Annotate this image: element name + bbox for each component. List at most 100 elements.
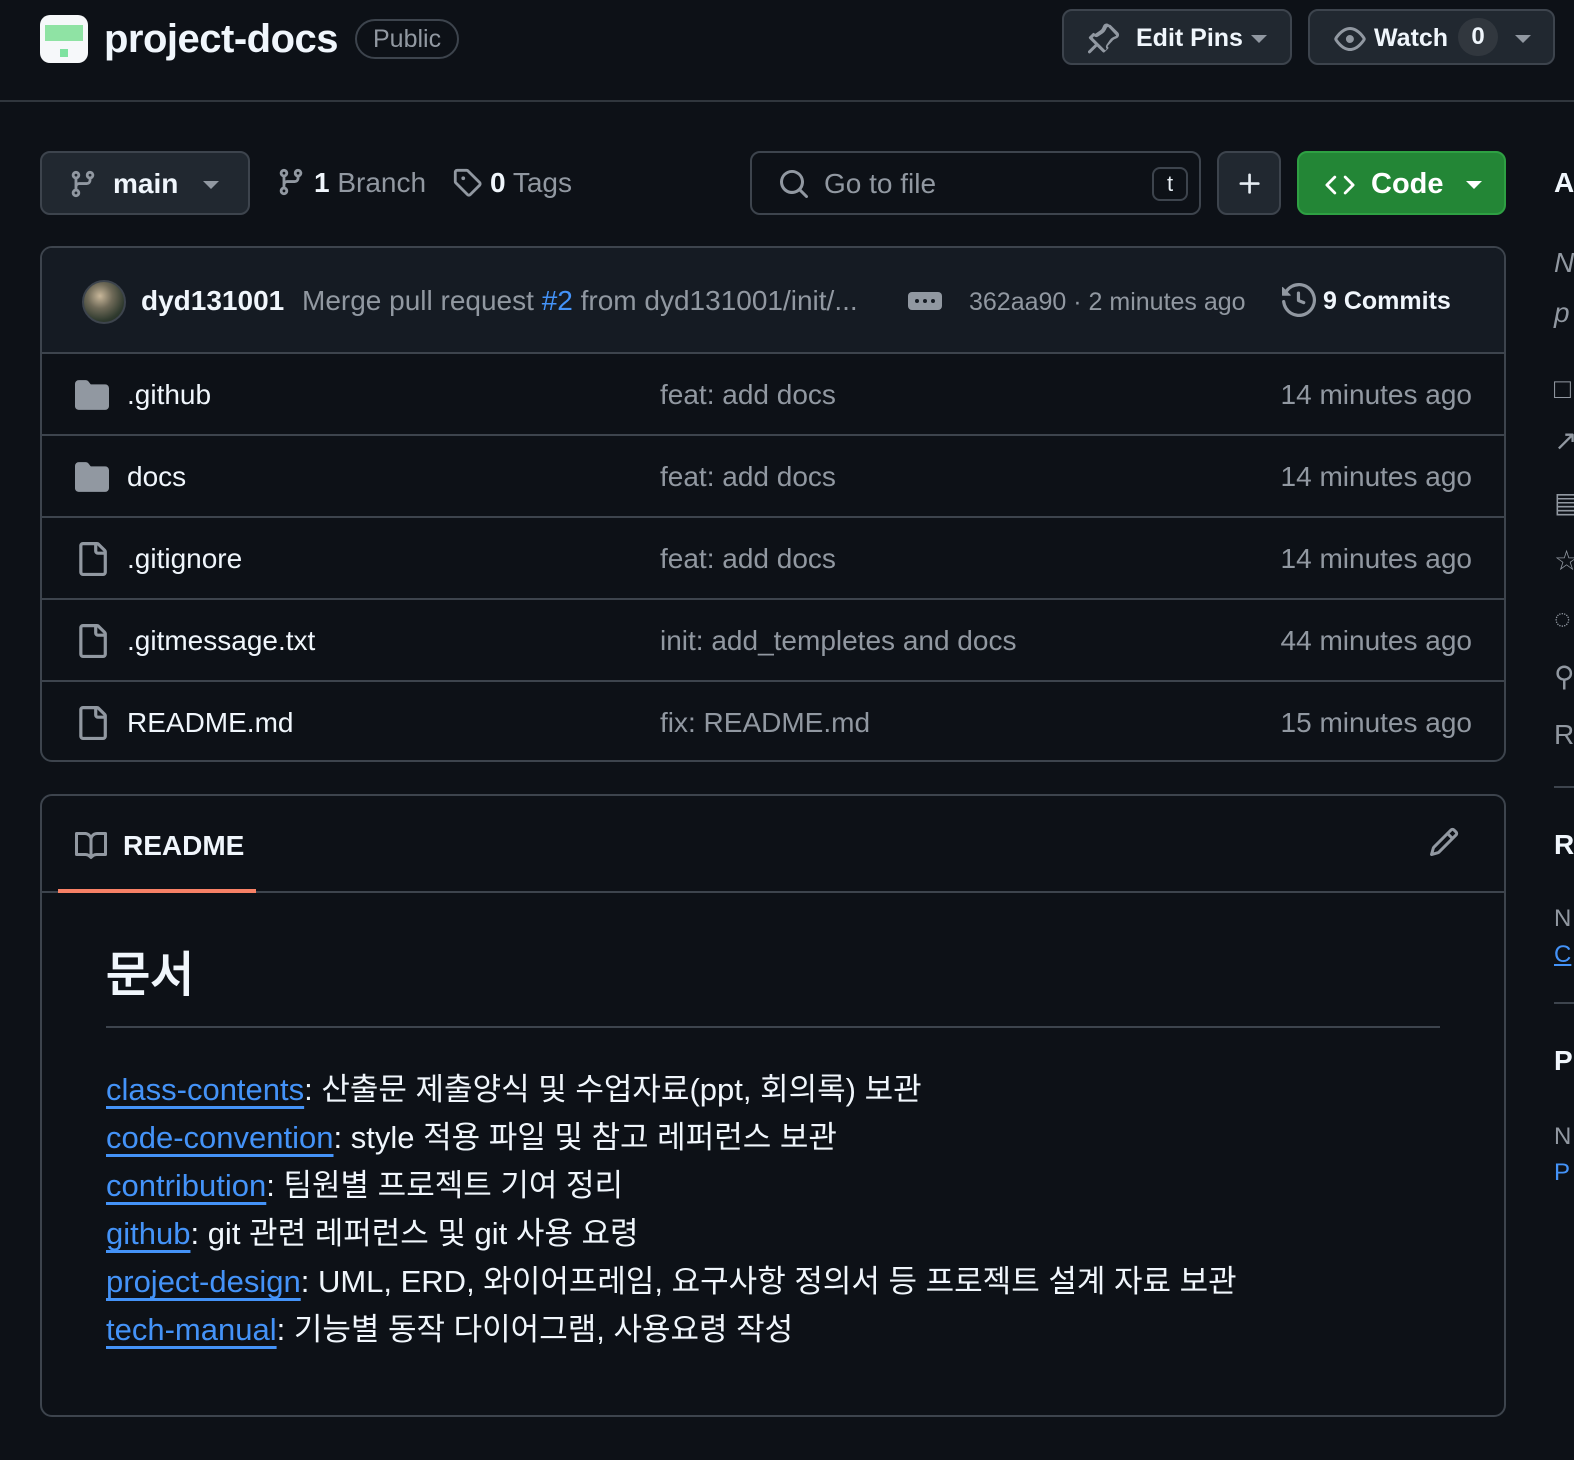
releases-note: N [1554, 905, 1572, 932]
latest-commit-bar: dyd131001 Merge pull request #2 from dyd… [42, 248, 1504, 354]
readme-entry: contribution: 팀원별 프로젝트 기여 정리 [106, 1168, 624, 1203]
publish-package-link[interactable]: P [1554, 1156, 1570, 1190]
commit-sha-time[interactable]: 362aa90 · 2 minutes ago [969, 286, 1246, 318]
file-commit-message[interactable]: init: add_templetes and docs [660, 624, 1016, 658]
report-link[interactable]: R [1554, 718, 1574, 752]
edit-pins-label: Edit Pins [1136, 24, 1243, 52]
file-commit-time: 15 minutes ago [1280, 707, 1472, 738]
readme-link[interactable]: github [106, 1216, 190, 1251]
folder-icon [75, 460, 109, 494]
pr-link[interactable]: #2 [542, 285, 573, 316]
readme-heading: 문서 [106, 946, 1440, 1028]
readme-content: 문서 class-contents: 산출문 제출양식 및 수업자료(ppt, … [106, 946, 1442, 1354]
fork-icon[interactable]: ⚲ [1554, 660, 1574, 694]
commit-author[interactable]: dyd131001 [141, 284, 284, 318]
readme-link[interactable]: class-contents [106, 1072, 304, 1107]
file-commit-message[interactable]: feat: add docs [660, 460, 836, 494]
commit-time: 2 minutes ago [1088, 288, 1246, 316]
file-row[interactable]: .gitignore feat: add docs 14 minutes ago [42, 518, 1504, 600]
readme-link[interactable]: tech-manual [106, 1312, 277, 1347]
create-release-link[interactable]: C [1554, 938, 1571, 972]
tag-label: Tags [512, 167, 573, 198]
readme-entry: tech-manual: 기능별 동작 다이어그램, 사용요령 작성 [106, 1312, 794, 1347]
plus-icon [1236, 170, 1264, 198]
packages-heading[interactable]: P [1554, 1044, 1573, 1078]
file-commit-message[interactable]: feat: add docs [660, 378, 836, 412]
readme-entry-list: class-contents: 산출문 제출양식 및 수업자료(ppt, 회의록… [106, 1066, 1442, 1354]
code-icon [1323, 170, 1357, 200]
sidebar-divider [1554, 1002, 1574, 1004]
readme-icon[interactable]: □ [1554, 372, 1571, 406]
chevron-down-icon [1514, 34, 1532, 44]
file-icon [75, 624, 109, 658]
file-name[interactable]: docs [127, 460, 186, 494]
file-commit-message[interactable]: feat: add docs [660, 542, 836, 576]
edit-readme-button[interactable] [1428, 826, 1464, 862]
commit-sha[interactable]: 362aa90 [969, 288, 1066, 316]
star-icon[interactable]: ☆ [1554, 544, 1574, 578]
about-heading: A [1554, 167, 1574, 198]
avatar[interactable] [82, 280, 126, 324]
eye-icon [1334, 23, 1366, 55]
file-row[interactable]: .gitmessage.txt init: add_templetes and … [42, 600, 1504, 682]
folder-icon [75, 378, 109, 412]
chevron-down-icon [202, 180, 220, 190]
search-icon [778, 168, 810, 200]
eye-icon[interactable]: ◌ [1554, 602, 1571, 636]
readme-entry: github: git 관련 레퍼런스 및 git 사용 요령 [106, 1216, 639, 1251]
readme-tab-label: README [123, 830, 245, 861]
tag-count: 0 [490, 167, 506, 198]
readme-entry: class-contents: 산출문 제출양식 및 수업자료(ppt, 회의록… [106, 1072, 922, 1107]
book-icon [75, 830, 107, 862]
tab-readme[interactable]: README [58, 796, 256, 893]
code-label: Code [1371, 168, 1444, 200]
activity-icon[interactable]: ↗ [1554, 424, 1574, 458]
pin-icon [1088, 23, 1120, 55]
repo-header: project-docs Public Edit Pins Watch 0 [0, 0, 1574, 102]
watch-button[interactable]: Watch 0 [1308, 9, 1555, 65]
releases-heading[interactable]: R [1554, 828, 1574, 862]
file-name[interactable]: .gitignore [127, 542, 242, 576]
watch-label: Watch [1374, 24, 1449, 52]
edit-pins-button[interactable]: Edit Pins [1062, 9, 1292, 65]
about-description: p [1554, 297, 1570, 328]
chevron-down-icon [1465, 180, 1483, 190]
file-icon [75, 542, 109, 576]
go-to-file-input[interactable]: Go to file t [750, 151, 1201, 215]
chevron-down-icon [1250, 34, 1268, 44]
readme-link[interactable]: contribution [106, 1168, 266, 1203]
file-icon [75, 706, 109, 740]
branch-count: 1 [314, 167, 330, 198]
file-row[interactable]: README.md fix: README.md 15 minutes ago [42, 682, 1504, 760]
readme-entry: project-design: UML, ERD, 와이어프레임, 요구사항 정… [106, 1264, 1237, 1299]
commit-message[interactable]: Merge pull request #2 from dyd131001/ini… [302, 284, 858, 318]
git-branch-icon [68, 169, 98, 199]
license-icon[interactable]: ▤ [1554, 486, 1574, 520]
file-browser: dyd131001 Merge pull request #2 from dyd… [40, 246, 1506, 762]
readme-link[interactable]: code-convention [106, 1120, 334, 1155]
repo-avatar[interactable] [40, 15, 88, 63]
branch-label: Branch [337, 167, 427, 198]
visibility-badge: Public [355, 19, 460, 59]
file-row[interactable]: docs feat: add docs 14 minutes ago [42, 436, 1504, 518]
file-name[interactable]: .github [127, 378, 211, 412]
branches-link[interactable]: 1 Branch [276, 165, 436, 201]
code-button[interactable]: Code [1297, 151, 1506, 215]
about-description: N [1554, 247, 1574, 278]
commits-label: Commits [1343, 287, 1451, 315]
file-commit-message[interactable]: fix: README.md [660, 706, 870, 740]
file-name[interactable]: .gitmessage.txt [127, 624, 315, 658]
file-name[interactable]: README.md [127, 706, 293, 740]
readme-header: README [42, 796, 1504, 893]
expand-commit-button[interactable] [908, 292, 942, 310]
branch-selector[interactable]: main [40, 151, 250, 215]
shortcut-key: t [1152, 167, 1188, 201]
tags-link[interactable]: 0 Tags [452, 165, 592, 201]
commits-count: 9 [1323, 287, 1337, 315]
add-file-button[interactable] [1217, 151, 1281, 215]
repo-name[interactable]: project-docs [104, 14, 339, 64]
history-icon [1282, 283, 1316, 317]
readme-link[interactable]: project-design [106, 1264, 301, 1299]
file-row[interactable]: .github feat: add docs 14 minutes ago [42, 354, 1504, 436]
git-branch-icon [276, 167, 306, 197]
